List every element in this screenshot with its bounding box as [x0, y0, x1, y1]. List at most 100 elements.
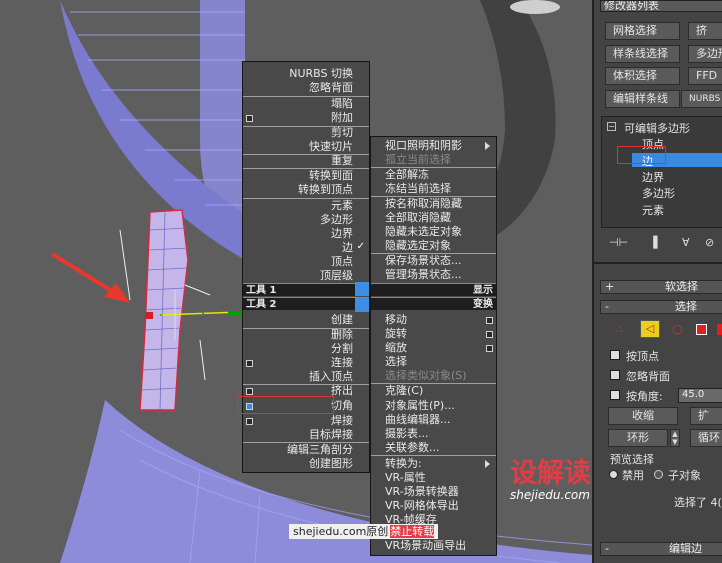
- quad-center-icon: [355, 298, 369, 312]
- unique-icon[interactable]: ∀: [682, 236, 690, 249]
- menu-item-weld[interactable]: 焊接: [243, 414, 369, 428]
- rotate-settings-icon[interactable]: [486, 331, 493, 338]
- angle-input[interactable]: 45.0: [678, 388, 722, 403]
- loop-button[interactable]: 循环: [690, 429, 722, 447]
- menu-item-edge[interactable]: 边: [243, 241, 369, 255]
- modifier-list-dropdown[interactable]: 修改器列表: [600, 0, 722, 12]
- pin-stack-icon[interactable]: ⊣⊢: [609, 236, 628, 249]
- element-level-icon[interactable]: [717, 324, 722, 335]
- menu-item-remove[interactable]: 删除: [243, 328, 369, 342]
- menu-item-unhide-all[interactable]: 全部取消隐藏: [371, 211, 496, 225]
- menu-item-vr-mesh-export[interactable]: VR-网格体导出: [371, 499, 496, 513]
- menu-item-select[interactable]: 选择: [371, 355, 496, 369]
- menu-item-quickslice[interactable]: 快速切片: [243, 140, 369, 154]
- ring-button[interactable]: 环形: [608, 429, 668, 447]
- polygon-level-icon[interactable]: [696, 324, 707, 335]
- ignore-backfacing-checkbox[interactable]: [610, 370, 620, 380]
- border-level-icon[interactable]: ○: [672, 322, 682, 336]
- attach-settings-icon[interactable]: [246, 115, 253, 122]
- menu-item-create[interactable]: 创建: [243, 313, 369, 327]
- menu-item-cut[interactable]: 剪切: [243, 126, 369, 140]
- soft-select-label: 软选择: [665, 280, 698, 293]
- menu-item-object-properties[interactable]: 对象属性(P)...: [371, 399, 496, 413]
- watermark-url: shejiedu.com: [510, 488, 590, 502]
- menu-item-to-vertex[interactable]: 转换到顶点: [243, 183, 369, 197]
- menu-item-ignore-backfacing[interactable]: 忽略背面: [243, 81, 369, 95]
- scale-settings-icon[interactable]: [486, 345, 493, 352]
- submenu-arrow-icon: [485, 460, 490, 468]
- select-rollout[interactable]: - 选择: [600, 300, 722, 314]
- menu-item-edit-tri[interactable]: 编辑三角剖分: [243, 443, 369, 457]
- menu-item-scale[interactable]: 缩放: [371, 341, 496, 355]
- menu-item-element[interactable]: 元素: [243, 199, 369, 213]
- soft-select-rollout[interactable]: + 软选择: [600, 280, 722, 294]
- menu-item-save-scene-state[interactable]: 保存场景状态...: [371, 254, 496, 268]
- menu-item-polygon[interactable]: 多边形: [243, 213, 369, 227]
- menu-item-insert-vertex[interactable]: 插入顶点: [243, 370, 369, 384]
- menu-item-collapse[interactable]: 塌陷: [243, 97, 369, 111]
- menu-item-dope-sheet[interactable]: 摄影表...: [371, 427, 496, 441]
- menu-item-to-face[interactable]: 转换到面: [243, 169, 369, 183]
- move-settings-icon[interactable]: [486, 317, 493, 324]
- menu-item-create-shape[interactable]: 创建图形: [243, 457, 369, 471]
- stack-item-polygon[interactable]: 多边形: [642, 185, 675, 201]
- vol-select-button[interactable]: 体积选择: [605, 67, 680, 85]
- menu-item-hide-selected[interactable]: 隐藏选定对象: [371, 239, 496, 253]
- menu-item-manage-scene-state[interactable]: 管理场景状态...: [371, 268, 496, 282]
- show-result-icon[interactable]: ▐: [649, 236, 657, 249]
- connect-settings-icon[interactable]: [246, 360, 253, 367]
- menu-item-unhide-by-name[interactable]: 按名称取消隐藏: [371, 197, 496, 211]
- grow-button[interactable]: 扩: [690, 407, 722, 425]
- menu-item-attach[interactable]: 附加: [243, 111, 369, 125]
- menu-item-hide-unselected[interactable]: 隐藏未选定对象: [371, 225, 496, 239]
- menu-item-border[interactable]: 边界: [243, 227, 369, 241]
- menu-item-unfreeze-all[interactable]: 全部解冻: [371, 168, 496, 182]
- menu-item-vr-properties[interactable]: VR-属性: [371, 471, 496, 485]
- edit-edges-rollout[interactable]: - 编辑边: [600, 542, 722, 556]
- vertex-level-icon[interactable]: ∴: [616, 323, 623, 336]
- menu-item-clone[interactable]: 克隆(C): [371, 384, 496, 398]
- menu-item-repeat[interactable]: 重复: [243, 154, 369, 168]
- ring-spinner[interactable]: ▲ ▼: [670, 429, 680, 447]
- spline-select-button[interactable]: 样条线选择: [605, 45, 680, 63]
- stack-root[interactable]: 可编辑多边形: [624, 120, 690, 136]
- collapse-icon[interactable]: −: [607, 122, 616, 131]
- menu-item-viewport-lighting[interactable]: 视口照明和阴影: [371, 139, 496, 153]
- stack-item-element[interactable]: 元素: [642, 202, 664, 218]
- by-vertex-checkbox[interactable]: [610, 350, 620, 360]
- ignore-backfacing-label: 忽略背面: [626, 370, 670, 383]
- menu-item-vr-anim-export[interactable]: VR场景动画导出: [371, 539, 496, 553]
- shrink-button[interactable]: 收缩: [608, 407, 678, 425]
- chamfer-highlight: [237, 396, 334, 414]
- edit-spline-button[interactable]: 编辑样条线: [605, 90, 680, 108]
- menu-item-rotate[interactable]: 旋转: [371, 327, 496, 341]
- mesh-select-button[interactable]: 网格选择: [605, 22, 680, 40]
- nurbs-button[interactable]: NURBS 曲: [681, 90, 722, 108]
- menu-item-target-weld[interactable]: 目标焊接: [243, 428, 369, 442]
- preview-off-radio[interactable]: [609, 470, 618, 479]
- extrude-mod-button[interactable]: 挤: [688, 22, 722, 40]
- poly-mod-button[interactable]: 多边形: [688, 45, 722, 63]
- preview-subobj-radio[interactable]: [654, 470, 663, 479]
- remove-mod-icon[interactable]: ⊘: [705, 236, 714, 249]
- menu-item-vr-scene-converter[interactable]: VR-场景转换器: [371, 485, 496, 499]
- checkmark-icon: ✓: [356, 241, 365, 252]
- by-vertex-label: 按顶点: [626, 350, 659, 363]
- weld-settings-icon[interactable]: [246, 418, 253, 425]
- quad-header-transform: 变换: [371, 297, 496, 310]
- menu-item-nurbs[interactable]: NURBS 切换: [243, 67, 369, 81]
- menu-item-move[interactable]: 移动: [371, 313, 496, 327]
- menu-item-vertex[interactable]: 顶点: [243, 255, 369, 269]
- by-angle-checkbox[interactable]: [610, 390, 620, 400]
- ffd-button[interactable]: FFD: [688, 67, 722, 85]
- menu-item-toplevel[interactable]: 顶层级: [243, 269, 369, 283]
- menu-item-connect[interactable]: 连接: [243, 356, 369, 370]
- extrude-settings-icon[interactable]: [246, 388, 253, 395]
- menu-item-convert-to[interactable]: 转换为:: [371, 457, 496, 471]
- menu-item-curve-editor[interactable]: 曲线编辑器...: [371, 413, 496, 427]
- stack-item-border[interactable]: 边界: [642, 169, 664, 185]
- edge-level-icon[interactable]: ◁: [640, 320, 660, 338]
- menu-item-freeze-sel[interactable]: 冻结当前选择: [371, 182, 496, 196]
- menu-item-wire-params[interactable]: 关联参数...: [371, 441, 496, 455]
- menu-item-split[interactable]: 分割: [243, 342, 369, 356]
